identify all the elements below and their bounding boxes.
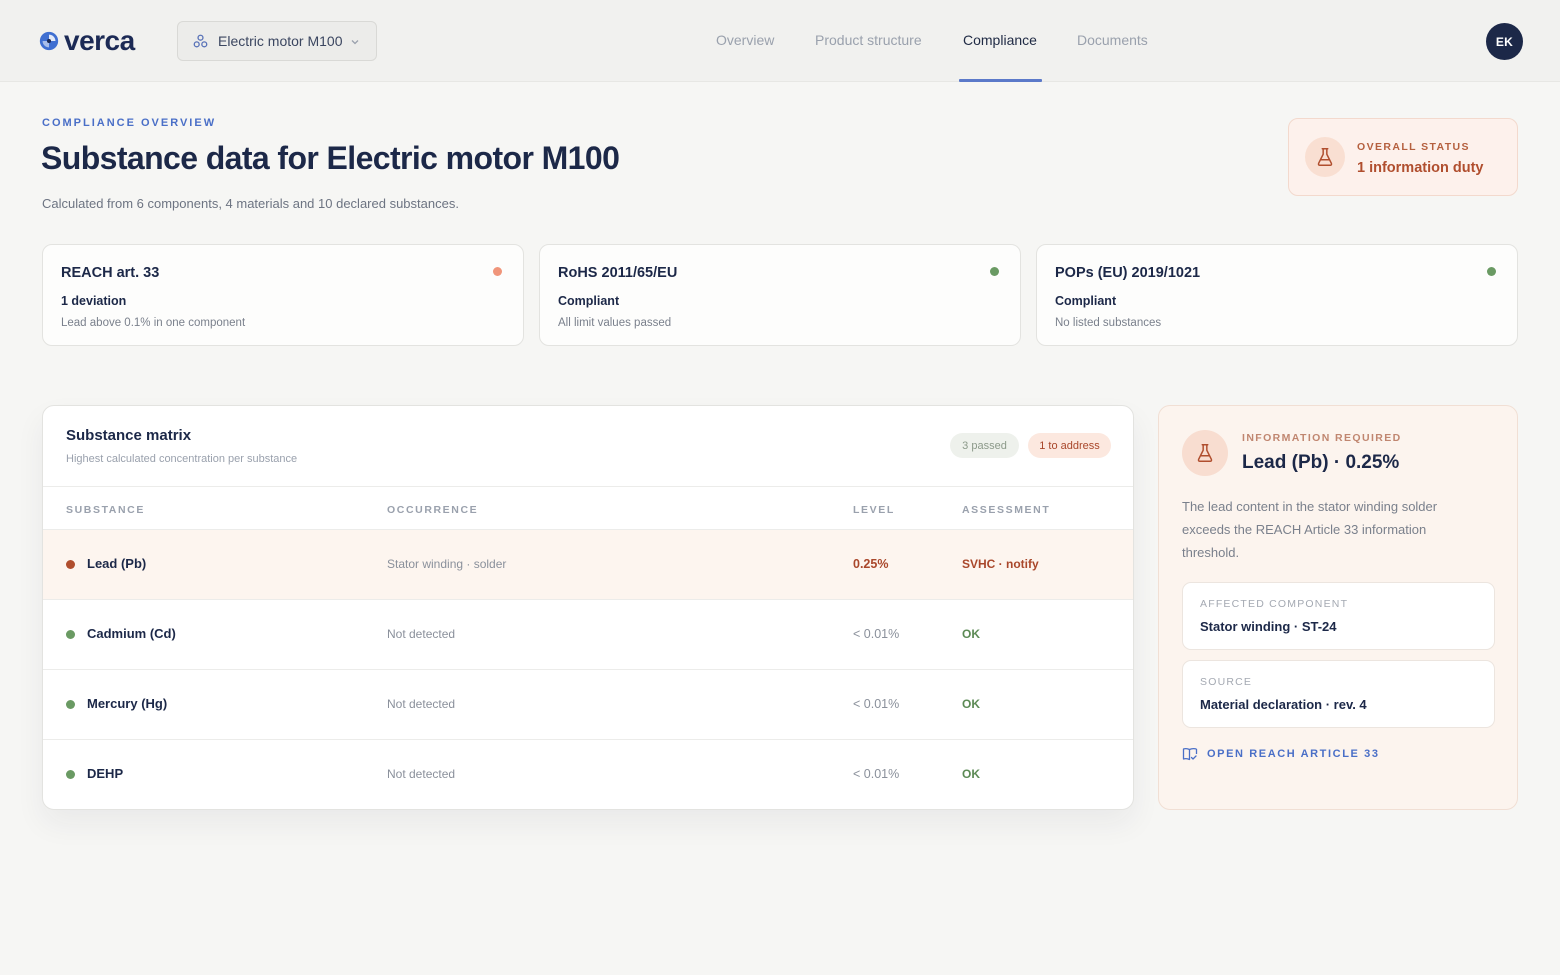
regulation-status: 1 deviation	[61, 294, 127, 308]
occurrence: Not detected	[387, 627, 456, 641]
overall-status-value: 1 information duty	[1357, 160, 1484, 176]
book-check-icon	[1182, 747, 1198, 761]
level-value: < 0.01%	[853, 697, 900, 711]
open-reach-article-label: OPEN REACH ARTICLE 33	[1207, 748, 1380, 760]
level-value: < 0.01%	[853, 627, 900, 641]
tab-overview[interactable]: Overview	[716, 32, 774, 48]
tab-compliance[interactable]: Compliance	[963, 32, 1037, 48]
occurrence: Stator winding · solder	[387, 557, 507, 571]
flask-icon	[1305, 137, 1345, 177]
column-header-occurrence[interactable]: OCCURRENCE	[387, 504, 478, 516]
detail-title: Lead (Pb) · 0.25%	[1242, 452, 1400, 473]
user-avatar[interactable]: EK	[1486, 23, 1523, 60]
components-icon	[193, 34, 208, 47]
product-selector-label: Electric motor M100	[218, 33, 343, 49]
regulation-name: REACH art. 33	[61, 265, 160, 281]
assessment: OK	[962, 767, 980, 781]
source-box: SOURCE Material declaration · rev. 4	[1182, 660, 1495, 728]
status-dot	[1487, 267, 1496, 276]
substance-name: Lead (Pb)	[87, 556, 147, 571]
regulation-card-rohs[interactable]: RoHS 2011/65/EU Compliant All limit valu…	[539, 244, 1021, 346]
brand-name: verca	[64, 25, 135, 56]
column-header-assessment[interactable]: ASSESSMENT	[962, 504, 1050, 516]
affected-component-value: Stator winding · ST-24	[1200, 619, 1337, 634]
status-dot	[990, 267, 999, 276]
occurrence: Not detected	[387, 767, 456, 781]
occurrence: Not detected	[387, 697, 456, 711]
table-row[interactable]: Mercury (Hg) Not detected < 0.01% OK	[43, 670, 1133, 740]
matrix-title: Substance matrix	[66, 427, 192, 444]
matrix-subtitle: Highest calculated concentration per sub…	[66, 453, 298, 465]
page-eyebrow: COMPLIANCE OVERVIEW	[42, 117, 217, 129]
status-dot	[66, 700, 75, 709]
regulation-detail: No listed substances	[1055, 317, 1162, 329]
brand-logo[interactable]: verca	[38, 26, 135, 56]
active-tab-indicator	[959, 79, 1042, 82]
status-dot	[66, 630, 75, 639]
chevron-down-icon	[351, 40, 359, 45]
status-dot	[66, 560, 75, 569]
overall-status-label: OVERALL STATUS	[1357, 141, 1470, 153]
regulation-status: Compliant	[558, 294, 620, 308]
tab-documents[interactable]: Documents	[1077, 32, 1148, 48]
substance-matrix: Substance matrix Highest calculated conc…	[42, 405, 1134, 810]
verca-logo-icon	[39, 31, 59, 51]
page-title: Substance data for Electric motor M100	[41, 140, 620, 176]
column-header-substance[interactable]: SUBSTANCE	[66, 504, 145, 516]
passed-badge[interactable]: 3 passed	[950, 433, 1019, 458]
table-header: SUBSTANCE OCCURRENCE LEVEL ASSESSMENT	[43, 486, 1133, 530]
column-header-level[interactable]: LEVEL	[853, 504, 895, 516]
source-label: SOURCE	[1200, 676, 1253, 688]
open-reach-article-link[interactable]: OPEN REACH ARTICLE 33	[1182, 746, 1380, 762]
regulation-detail: All limit values passed	[558, 317, 672, 329]
flask-icon	[1182, 430, 1228, 476]
table-row[interactable]: DEHP Not detected < 0.01% OK	[43, 740, 1133, 809]
affected-component-box: AFFECTED COMPONENT Stator winding · ST-2…	[1182, 582, 1495, 650]
status-dot	[493, 267, 502, 276]
top-header: verca Electric motor M100 Overview Produ…	[0, 0, 1560, 82]
regulation-name: RoHS 2011/65/EU	[558, 265, 678, 281]
tab-product-structure[interactable]: Product structure	[815, 32, 922, 48]
product-selector[interactable]: Electric motor M100	[177, 21, 377, 61]
status-dot	[66, 770, 75, 779]
regulation-name: POPs (EU) 2019/1021	[1055, 265, 1201, 281]
assessment: OK	[962, 627, 980, 641]
detail-description: The lead content in the stator winding s…	[1182, 499, 1438, 560]
level-value: < 0.01%	[853, 767, 900, 781]
substance-name: Cadmium (Cd)	[87, 626, 176, 641]
detail-eyebrow: INFORMATION REQUIRED	[1242, 432, 1402, 444]
page-subtitle: Calculated from 6 components, 4 material…	[42, 196, 459, 211]
information-required-panel: INFORMATION REQUIRED Lead (Pb) · 0.25% T…	[1158, 405, 1518, 810]
affected-component-label: AFFECTED COMPONENT	[1200, 598, 1349, 610]
regulation-status: Compliant	[1055, 294, 1117, 308]
substance-name: Mercury (Hg)	[87, 696, 168, 711]
regulation-card-reach[interactable]: REACH art. 33 1 deviation Lead above 0.1…	[42, 244, 524, 346]
assessment: OK	[962, 697, 980, 711]
to-address-badge[interactable]: 1 to address	[1028, 433, 1111, 458]
substance-name: DEHP	[87, 766, 124, 781]
level-value: 0.25%	[853, 557, 889, 571]
source-value: Material declaration · rev. 4	[1200, 697, 1367, 712]
assessment: SVHC · notify	[962, 557, 1039, 571]
regulation-card-pops[interactable]: POPs (EU) 2019/1021 Compliant No listed …	[1036, 244, 1518, 346]
regulation-detail: Lead above 0.1% in one component	[61, 317, 246, 329]
overall-status-card: OVERALL STATUS 1 information duty	[1288, 118, 1518, 196]
table-row[interactable]: Lead (Pb) Stator winding · solder 0.25% …	[43, 530, 1133, 600]
table-row[interactable]: Cadmium (Cd) Not detected < 0.01% OK	[43, 600, 1133, 670]
